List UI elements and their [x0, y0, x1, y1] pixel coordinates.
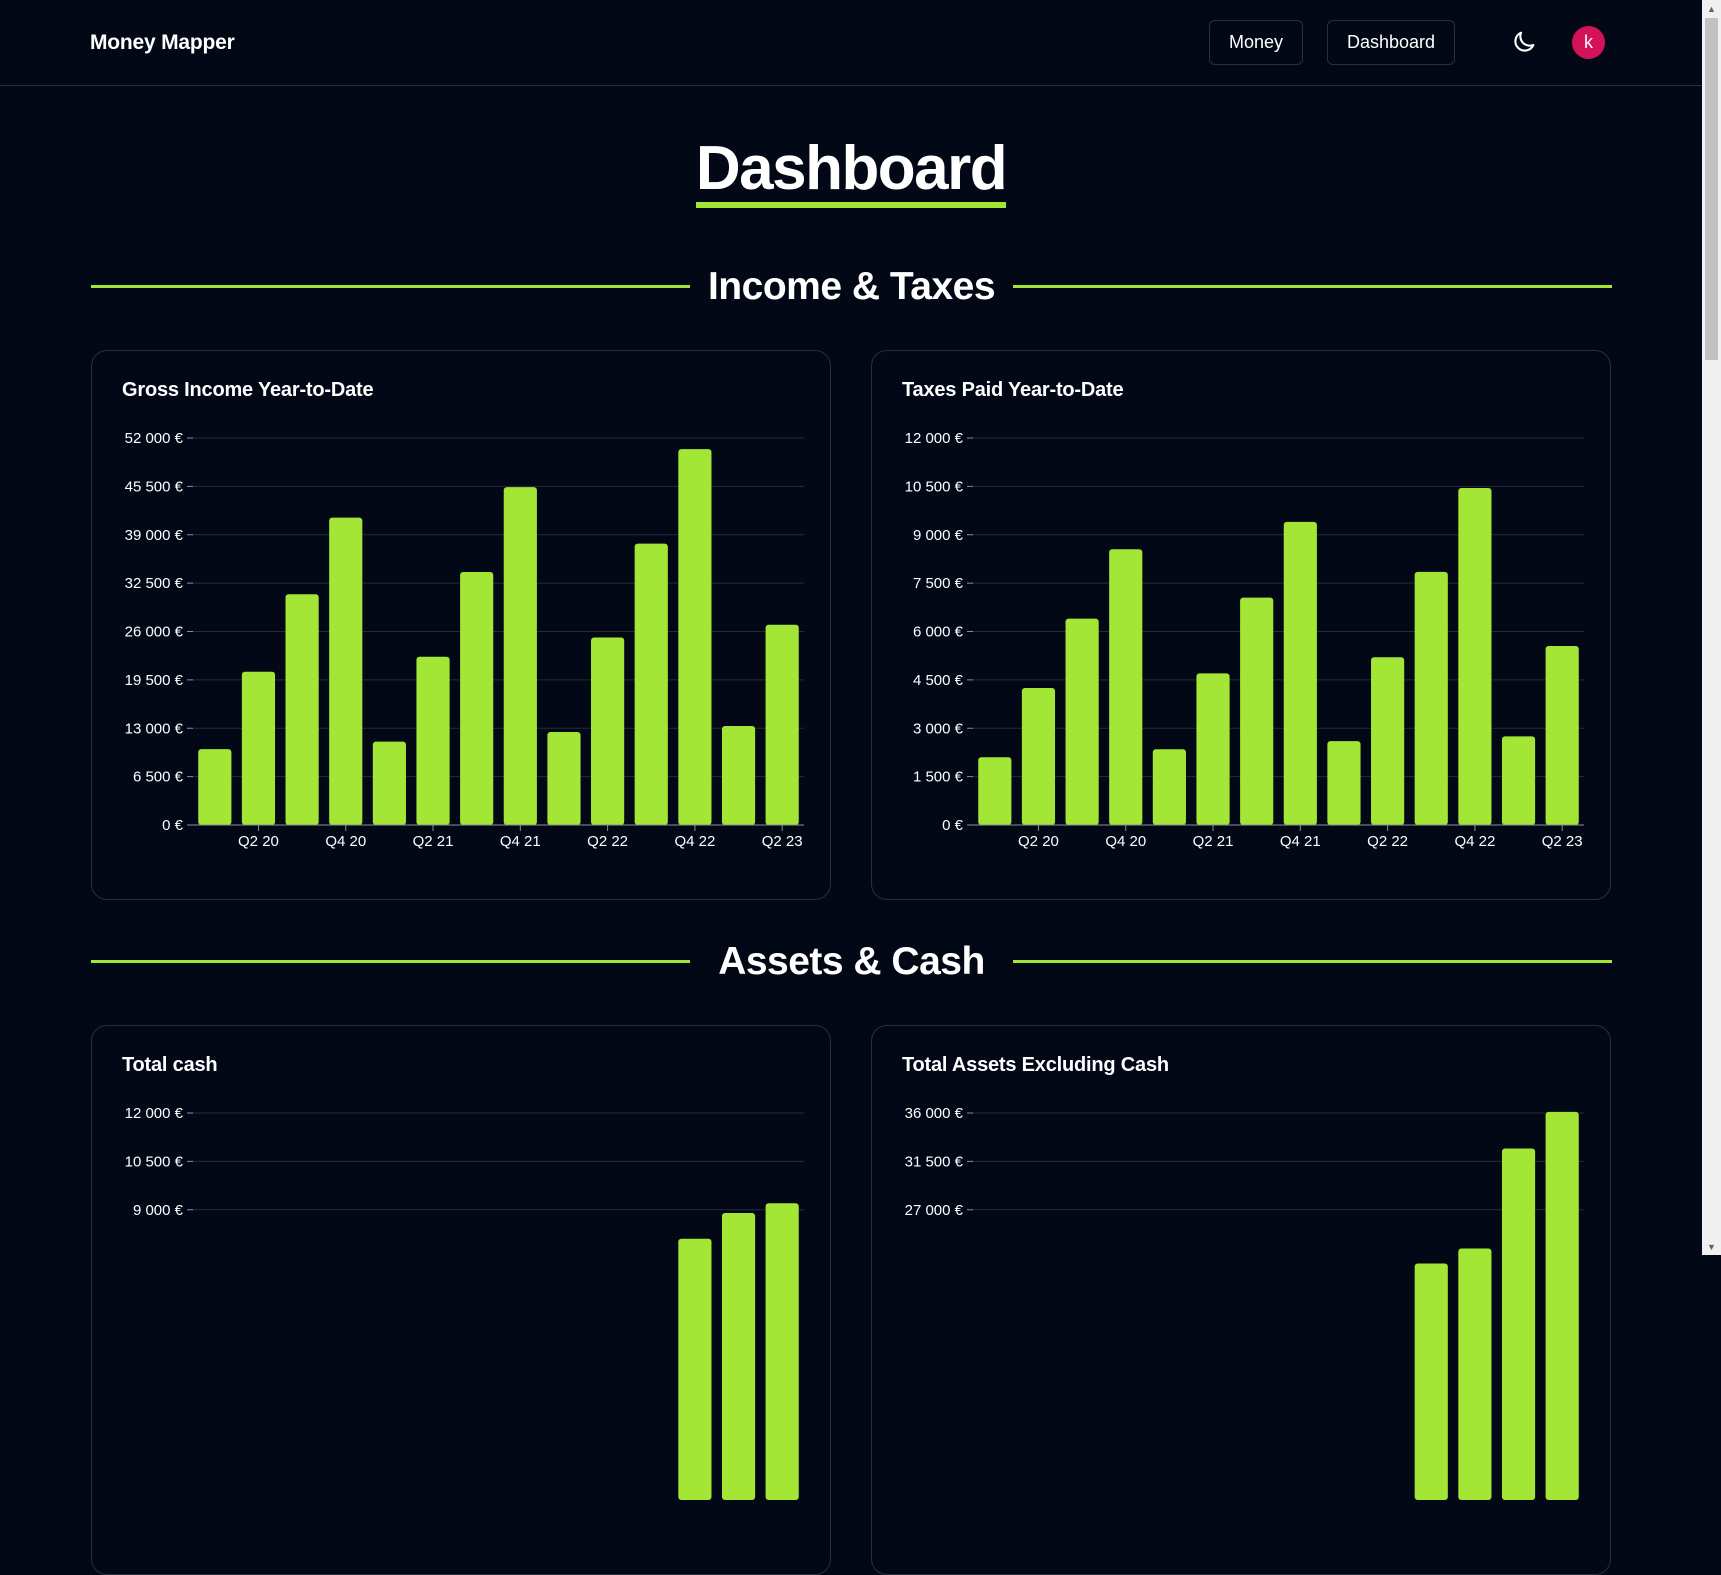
bar	[678, 1238, 712, 1500]
page-title: Dashboard	[0, 138, 1702, 208]
y-tick-label: 12 000 €	[125, 1105, 184, 1122]
bar	[460, 571, 494, 825]
chart-card-taxes-paid: Taxes Paid Year-to-Date 0 €1 500 €3 000 …	[871, 350, 1611, 900]
page-title-text: Dashboard	[695, 138, 1008, 208]
theme-toggle-button[interactable]	[1507, 25, 1541, 59]
y-tick-label: 1 500 €	[913, 769, 964, 786]
taxes-paid-chart: 0 € 1 500 € 3 000 € 4 500 € 6 000 € 7 500 € 9 …	[905, 430, 1584, 850]
x-tick-label: Q2 20	[1018, 833, 1059, 850]
bar	[978, 757, 1012, 825]
y-tick-label: 32 500 €	[125, 575, 184, 592]
bar	[1065, 618, 1099, 825]
bar	[1196, 673, 1230, 825]
y-tick-label: 52 000 €	[125, 430, 184, 447]
y-tick-label: 4 500 €	[913, 672, 964, 689]
bar	[416, 656, 450, 825]
bar	[721, 726, 756, 825]
bar	[1501, 1148, 1536, 1500]
y-tick-label: 45 500 €	[125, 478, 184, 495]
bar	[1240, 597, 1274, 825]
bar	[285, 594, 319, 825]
bar	[547, 731, 581, 825]
chart-card-gross-income: Gross Income Year-to-Date 0 €6 500 €13 0…	[91, 350, 831, 900]
bar	[1021, 687, 1056, 825]
bar	[1458, 487, 1492, 825]
y-tick-label: 10 500 €	[125, 1153, 184, 1170]
y-tick-label: 19 500 €	[125, 672, 184, 689]
y-tick-label: 10 500 €	[905, 478, 964, 495]
bar	[1327, 741, 1361, 825]
bar	[1458, 1248, 1492, 1500]
bar	[634, 543, 668, 825]
x-tick-label: Q2 22	[1367, 833, 1408, 850]
x-tick-label: Q4 20	[1105, 833, 1146, 850]
bar	[198, 749, 232, 825]
x-tick-label: Q4 20	[325, 833, 366, 850]
y-tick-label: 39 000 €	[125, 527, 184, 544]
x-tick-label: Q2 23	[1542, 833, 1583, 850]
scroll-up-arrow-icon[interactable]: ▲	[1702, 0, 1721, 17]
y-tick-label: 9 000 €	[133, 1202, 184, 1219]
section-divider-right	[1013, 960, 1612, 963]
section-heading-assets-cash: Assets & Cash	[91, 938, 1612, 986]
nav-money-button[interactable]: Money	[1209, 20, 1304, 65]
y-tick-label: 6 500 €	[133, 769, 184, 786]
bar	[1109, 549, 1143, 825]
bar	[1501, 736, 1536, 825]
x-tick-label: Q4 22	[674, 833, 715, 850]
x-tick-label: Q2 22	[587, 833, 628, 850]
y-tick-label: 26 000 €	[125, 624, 184, 641]
total-cash-chart: 9 000 € 10 500 € 12 000 €	[125, 1105, 804, 1500]
brand-logo[interactable]: Money Mapper	[90, 31, 235, 55]
top-navbar: Money Mapper Money Dashboard k	[0, 0, 1702, 86]
scrollbar-thumb[interactable]	[1705, 18, 1718, 360]
y-tick-label: 0 €	[162, 817, 184, 834]
x-tick-label: Q4 21	[1280, 833, 1321, 850]
section-divider-right	[1013, 285, 1612, 288]
moon-icon	[1514, 31, 1535, 52]
x-tick-label: Q4 22	[1454, 833, 1495, 850]
section-heading-income-taxes: Income & Taxes	[91, 263, 1612, 311]
bar	[1414, 1263, 1448, 1500]
y-tick-label: 7 500 €	[913, 575, 964, 592]
bar	[1414, 571, 1448, 825]
y-tick-label: 36 000 €	[905, 1105, 964, 1122]
y-tick-label: 12 000 €	[905, 430, 964, 447]
x-tick-label: Q2 21	[1193, 833, 1234, 850]
bar	[591, 637, 625, 825]
gross-income-chart: 0 € 6 500 € 13 000 € 19 500 € 26 000 € 32 500…	[125, 430, 804, 850]
y-tick-label: 9 000 €	[913, 527, 964, 544]
bar	[721, 1212, 756, 1500]
y-tick-label: 0 €	[942, 817, 964, 834]
total-assets-chart: 27 000 € 31 500 € 36 000 €	[905, 1105, 1584, 1500]
chart-card-total-assets: Total Assets Excluding Cash 27 000 €31 5…	[871, 1025, 1611, 1575]
x-tick-label: Q2 20	[238, 833, 279, 850]
bar	[1371, 657, 1405, 825]
bar	[765, 1203, 799, 1500]
x-tick-label: Q2 23	[762, 833, 803, 850]
bar	[1545, 1111, 1579, 1500]
bar	[503, 487, 537, 825]
page-scrollbar[interactable]: ▲ ▼	[1702, 0, 1721, 1255]
y-tick-label: 27 000 €	[905, 1202, 964, 1219]
y-tick-label: 6 000 €	[913, 624, 964, 641]
bar	[765, 624, 799, 825]
bar	[372, 741, 406, 825]
user-avatar[interactable]: k	[1572, 26, 1605, 59]
y-tick-label: 31 500 €	[905, 1153, 964, 1170]
bar	[1152, 749, 1186, 825]
chart-card-total-cash: Total cash 9 000 €10 500 €12 000 €	[91, 1025, 831, 1575]
y-tick-label: 3 000 €	[913, 720, 964, 737]
y-tick-label: 13 000 €	[125, 720, 184, 737]
bar	[678, 449, 712, 825]
bar	[329, 517, 363, 825]
bar	[241, 671, 276, 825]
x-tick-label: Q4 21	[500, 833, 541, 850]
x-tick-label: Q2 21	[413, 833, 454, 850]
bar	[1545, 646, 1579, 825]
nav-dashboard-button[interactable]: Dashboard	[1327, 20, 1456, 65]
scroll-down-arrow-icon[interactable]: ▼	[1702, 1238, 1721, 1255]
bar	[1283, 521, 1317, 825]
